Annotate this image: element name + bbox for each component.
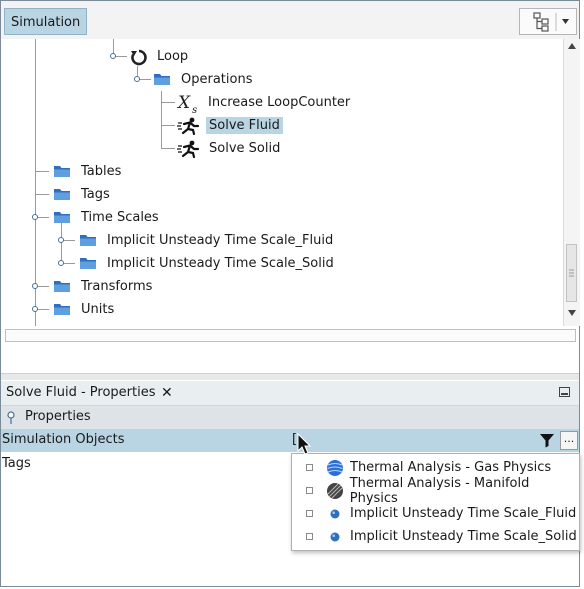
physics-sphere-icon	[327, 459, 343, 476]
tree-item-time-scale-fluid[interactable]: Implicit Unsteady Time Scale_Fluid	[79, 229, 336, 251]
simulation-tab[interactable]: Simulation	[4, 8, 88, 35]
checkbox[interactable]	[306, 464, 313, 471]
dropdown-item-label: Thermal Analysis - Gas Physics	[350, 460, 552, 475]
folder-icon	[79, 255, 97, 271]
tree-item-time-scale-solid[interactable]: Implicit Unsteady Time Scale_Solid	[79, 252, 337, 274]
dropdown-item-label: Thermal Analysis - Manifold Physics	[349, 475, 530, 506]
collapse-node-icon[interactable]	[5, 409, 19, 429]
properties-tab-bar: Solve Fluid - Properties ✕	[1, 381, 579, 406]
expand-node-icon[interactable]	[134, 76, 140, 82]
expand-node-icon[interactable]	[58, 237, 64, 243]
top-toolbar: Simulation	[1, 1, 579, 40]
tree-item-label: Tables	[81, 163, 122, 179]
property-label: Simulation Objects	[2, 432, 125, 447]
filter-icon[interactable]	[537, 430, 557, 450]
tree-item-transforms[interactable]: Transforms	[53, 275, 155, 297]
properties-section-header[interactable]: Properties	[1, 406, 579, 429]
runner-icon	[177, 117, 201, 136]
properties-section-label: Properties	[25, 409, 91, 424]
runner-icon	[177, 140, 201, 159]
tree-item-units[interactable]: Units	[53, 298, 117, 320]
tree-item-solve-solid[interactable]: Solve Solid	[177, 137, 283, 159]
folder-icon	[53, 301, 71, 317]
svg-text:X: X	[177, 94, 191, 113]
expand-node-icon[interactable]	[110, 53, 116, 59]
tree-item-increase-loopcounter[interactable]: Xs Increase LoopCounter	[176, 91, 353, 116]
tree-item-label: Time Scales	[81, 209, 159, 225]
tree-item-label: Solve Fluid	[206, 116, 283, 134]
hierarchy-icon	[533, 12, 569, 32]
tree-item-time-scales[interactable]: Time Scales	[53, 206, 162, 228]
property-label: Tags	[2, 456, 31, 471]
tree-item-tables[interactable]: Tables	[53, 160, 124, 182]
expand-node-icon[interactable]	[32, 306, 38, 312]
tree-view-menu-button[interactable]	[519, 8, 577, 35]
checkbox[interactable]	[306, 533, 313, 540]
dropdown-item-label: Implicit Unsteady Time Scale_Fluid	[350, 506, 577, 521]
tree-item-label: Increase LoopCounter	[208, 94, 351, 110]
properties-tab-title[interactable]: Solve Fluid - Properties	[1, 381, 156, 405]
checkbox[interactable]	[306, 510, 313, 517]
folder-icon	[79, 232, 97, 248]
blue-dot-icon	[330, 509, 340, 518]
loop-icon	[129, 48, 147, 66]
folder-icon	[53, 163, 71, 179]
svg-text:s: s	[192, 105, 197, 114]
simulation-objects-dropdown: Thermal Analysis - Gas Physics Thermal A…	[291, 453, 580, 551]
dropdown-item-time-scale-fluid[interactable]: Implicit Unsteady Time Scale_Fluid	[292, 502, 579, 525]
scrollbar-thumb[interactable]	[566, 244, 577, 302]
simulation-tree: Loop Operations Xs Increase LoopCounter …	[1, 39, 563, 326]
tree-item-label: Implicit Unsteady Time Scale_Fluid	[107, 232, 334, 248]
window-frame: Simulation Loop Operations X s Increase …	[0, 0, 580, 587]
dropdown-item-manifold-physics[interactable]: Thermal Analysis - Manifold Physics	[292, 476, 579, 506]
tree-item-label: Operations	[181, 71, 253, 87]
tree-item-label: Tags	[81, 186, 110, 202]
panel-splitter[interactable]	[1, 373, 579, 380]
xs-variable-icon: Xs	[176, 93, 201, 116]
tree-item-label: Transforms	[81, 278, 153, 294]
tree-item-label: Loop	[157, 48, 189, 64]
dropdown-item-time-scale-solid[interactable]: Implicit Unsteady Time Scale_Solid	[292, 525, 579, 548]
blue-dot-icon	[330, 532, 340, 541]
mouse-cursor-icon	[297, 433, 312, 455]
tree-item-label: Units	[81, 301, 115, 317]
scroll-down-icon	[568, 310, 576, 316]
folder-icon	[53, 186, 71, 202]
checkbox[interactable]	[306, 487, 313, 494]
hatched-sphere-icon	[326, 482, 343, 499]
tree-item-tags[interactable]: Tags	[53, 183, 113, 205]
folder-icon	[53, 278, 71, 294]
folder-icon	[153, 71, 171, 87]
tree-item-loop[interactable]: Loop	[129, 45, 191, 67]
expand-node-icon[interactable]	[32, 283, 38, 289]
chevron-down-icon	[562, 19, 569, 24]
tree-horizontal-scrollbar[interactable]	[5, 329, 576, 342]
tree-item-label: Implicit Unsteady Time Scale_Solid	[107, 255, 334, 271]
dropdown-item-label: Implicit Unsteady Time Scale_Solid	[350, 529, 577, 544]
scroll-up-icon	[568, 43, 576, 49]
close-icon[interactable]: ✕	[161, 381, 173, 405]
tree-item-solve-fluid[interactable]: Solve Fluid	[177, 114, 283, 136]
expand-node-icon[interactable]	[32, 214, 38, 220]
more-options-button[interactable]: ...	[560, 431, 578, 450]
tree-vertical-scrollbar[interactable]	[563, 39, 580, 326]
expand-node-icon[interactable]	[58, 260, 64, 266]
property-row-simulation-objects[interactable]: Simulation Objects [ ...	[1, 429, 579, 452]
tree-item-operations[interactable]: Operations	[153, 68, 255, 90]
minimize-icon[interactable]	[559, 387, 570, 397]
tree-item-label: Solve Solid	[209, 140, 281, 156]
folder-icon	[53, 209, 71, 225]
